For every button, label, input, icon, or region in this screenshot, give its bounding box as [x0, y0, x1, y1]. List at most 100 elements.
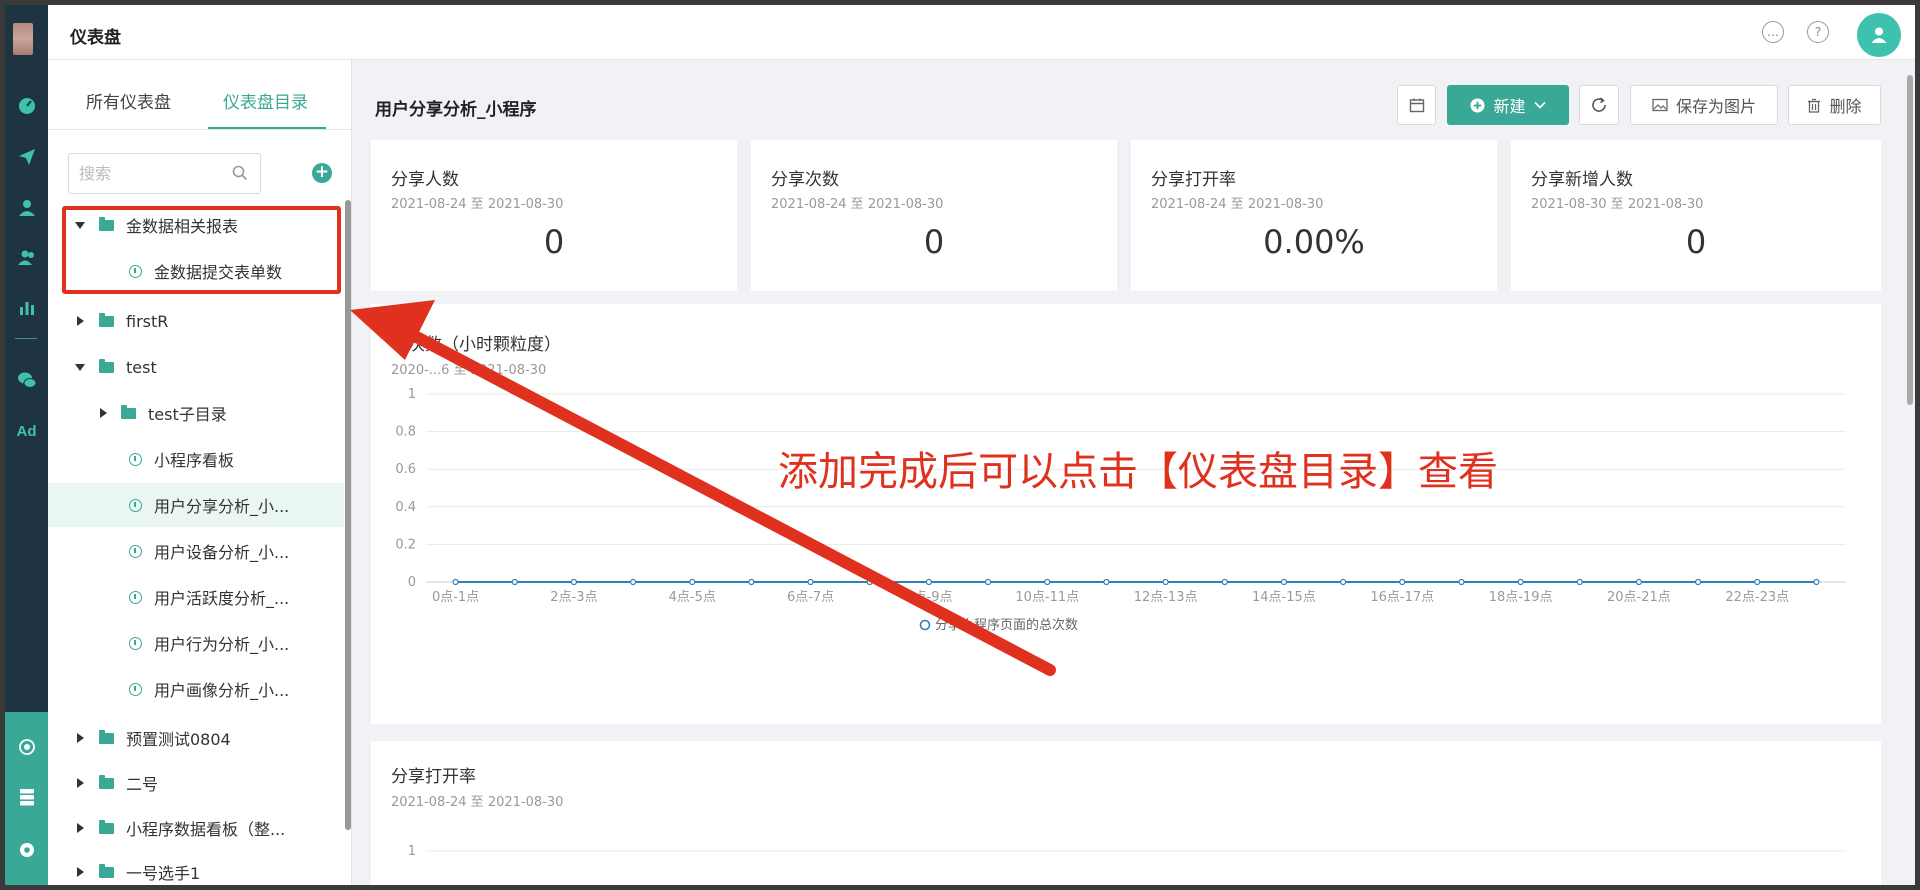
tree-folder[interactable]: 预置测试0804	[48, 716, 344, 760]
kpi-card[interactable]: 分享打开率 2021-08-24 至 2021-08-30 0.00%	[1131, 140, 1497, 291]
kpi-title: 分享打开率	[1151, 170, 1236, 190]
users-group-nav-icon[interactable]	[5, 243, 48, 273]
data-point	[1635, 578, 1643, 586]
x-tick-label: 10点-11点	[1015, 590, 1079, 605]
tree-item-label: 小程序看板	[154, 451, 235, 470]
settings-gear-icon[interactable]	[5, 835, 48, 865]
caret-right-icon[interactable]	[100, 408, 107, 418]
new-button-label: 新建	[1493, 97, 1526, 116]
dashboard-tree-panel: 所有仪表盘 仪表盘目录 + 金数据相关报表 金数据提交表单数 firstR te…	[48, 60, 352, 885]
folder-icon	[99, 774, 114, 789]
y-tick-label: 1	[408, 387, 416, 402]
data-point	[748, 578, 755, 586]
annotation-text: 添加完成后可以点击【仪表盘目录】查看	[778, 449, 1498, 495]
data-point	[570, 578, 578, 586]
rail-bottom-group	[5, 712, 48, 885]
tree-item-label: firstR	[126, 311, 169, 331]
bar-chart-nav-icon[interactable]	[5, 293, 48, 323]
dashboard-gauge-icon	[129, 590, 142, 604]
search-input[interactable]	[69, 154, 219, 193]
tree-folder[interactable]: 一号选手1	[48, 850, 344, 885]
add-directory-button[interactable]: +	[312, 163, 332, 183]
kpi-date-range: 2021-08-24 至 2021-08-30	[391, 197, 564, 212]
app-logo	[13, 23, 33, 55]
dashboard-gauge-icon	[129, 682, 142, 696]
legend-label: 分享小程序页面的总次数	[935, 617, 1078, 633]
data-point	[1517, 578, 1524, 586]
date-picker-button[interactable]	[1397, 85, 1436, 125]
avatar[interactable]	[1857, 13, 1901, 57]
tree-dashboard[interactable]: 用户设备分析_小...	[48, 529, 344, 573]
tree-item-label: 用户设备分析_小...	[154, 543, 290, 562]
kpi-title: 分享新增人数	[1531, 170, 1633, 190]
tab-divider	[48, 129, 352, 130]
tree-item-label: 用户活跃度分析_...	[154, 589, 290, 608]
refresh-button[interactable]	[1579, 85, 1619, 125]
tree-item-label: 用户画像分析_小...	[154, 681, 290, 700]
tree-scrollbar[interactable]	[345, 200, 351, 830]
data-point	[511, 578, 518, 586]
data-point	[1103, 578, 1110, 586]
tree-folder[interactable]: 小程序数据看板（整...	[48, 806, 344, 850]
y-tick-label: 0.2	[395, 537, 416, 552]
tree-dashboard[interactable]: 用户活跃度分析_...	[48, 575, 344, 619]
tree-dashboard-selected[interactable]: 用户分享分析_小...	[48, 483, 344, 527]
main-scrollbar[interactable]	[1905, 75, 1915, 405]
x-tick-label: 2点-3点	[550, 590, 597, 605]
folder-icon	[99, 729, 114, 744]
dashboard-nav-icon[interactable]	[5, 90, 48, 120]
user-nav-icon[interactable]	[5, 193, 48, 223]
tree-folder[interactable]: 二号	[48, 761, 344, 805]
dashboard-gauge-icon	[129, 544, 142, 558]
dashboard-gauge-icon	[129, 636, 142, 650]
y-tick-label: 1	[408, 844, 416, 859]
tree-folder[interactable]: test子目录	[48, 391, 344, 435]
caret-right-icon[interactable]	[77, 823, 84, 833]
ad-nav-icon[interactable]: Ad	[5, 416, 48, 446]
caret-right-icon[interactable]	[77, 733, 84, 743]
tree-dashboard[interactable]: 用户行为分析_小...	[48, 621, 344, 665]
kpi-card[interactable]: 分享新增人数 2021-08-30 至 2021-08-30 0	[1511, 140, 1881, 291]
kpi-card[interactable]: 分享次数 2021-08-24 至 2021-08-30 0	[751, 140, 1117, 291]
message-icon[interactable]: …	[1762, 21, 1784, 43]
tree-folder[interactable]: firstR	[48, 299, 344, 343]
help-icon[interactable]: ?	[1807, 21, 1829, 43]
kpi-card[interactable]: 分享人数 2021-08-24 至 2021-08-30 0	[371, 140, 737, 291]
tree-dashboard[interactable]: 小程序看板	[48, 437, 344, 481]
app-title: 仪表盘	[70, 28, 121, 48]
data-point	[689, 578, 696, 586]
tree-dashboard[interactable]: 用户画像分析_小...	[48, 667, 344, 711]
caret-right-icon[interactable]	[77, 867, 84, 877]
trash-icon	[1808, 98, 1821, 113]
new-dropdown-button[interactable]: 新建	[1447, 85, 1569, 125]
data-point	[925, 578, 933, 586]
legend-marker	[919, 619, 931, 631]
x-tick-label: 4点-5点	[669, 590, 716, 605]
search-icon[interactable]	[232, 165, 248, 181]
caret-right-icon[interactable]	[77, 316, 84, 326]
top-header: 仪表盘 … ?	[48, 5, 1915, 60]
data-point	[1694, 578, 1702, 586]
cluster-nav-icon[interactable]	[5, 732, 48, 762]
wechat-nav-icon[interactable]	[5, 365, 48, 395]
send-nav-icon[interactable]	[5, 142, 48, 172]
data-point	[1813, 578, 1820, 586]
data-point	[629, 578, 637, 586]
caret-down-icon[interactable]	[75, 363, 85, 371]
tree-item-label: 二号	[126, 775, 159, 794]
y-tick-label: 0	[408, 575, 416, 590]
tree-item-label: 预置测试0804	[126, 730, 231, 749]
tree-folder[interactable]: test	[48, 345, 344, 389]
tab-dashboard-directory[interactable]: 仪表盘目录	[223, 88, 308, 113]
x-tick-label: 14点-15点	[1252, 590, 1316, 605]
database-nav-icon[interactable]	[5, 782, 48, 812]
delete-button[interactable]: 删除	[1788, 85, 1881, 125]
save-as-image-button[interactable]: 保存为图片	[1630, 85, 1778, 125]
y-tick-label: 0.4	[395, 500, 416, 515]
tab-all-dashboards[interactable]: 所有仪表盘	[86, 88, 171, 113]
caret-right-icon[interactable]	[77, 778, 84, 788]
x-tick-label: 8点-9点	[905, 590, 952, 605]
x-tick-label: 20点-21点	[1607, 590, 1671, 605]
kpi-value: 0	[923, 223, 945, 261]
data-point	[1576, 578, 1583, 586]
